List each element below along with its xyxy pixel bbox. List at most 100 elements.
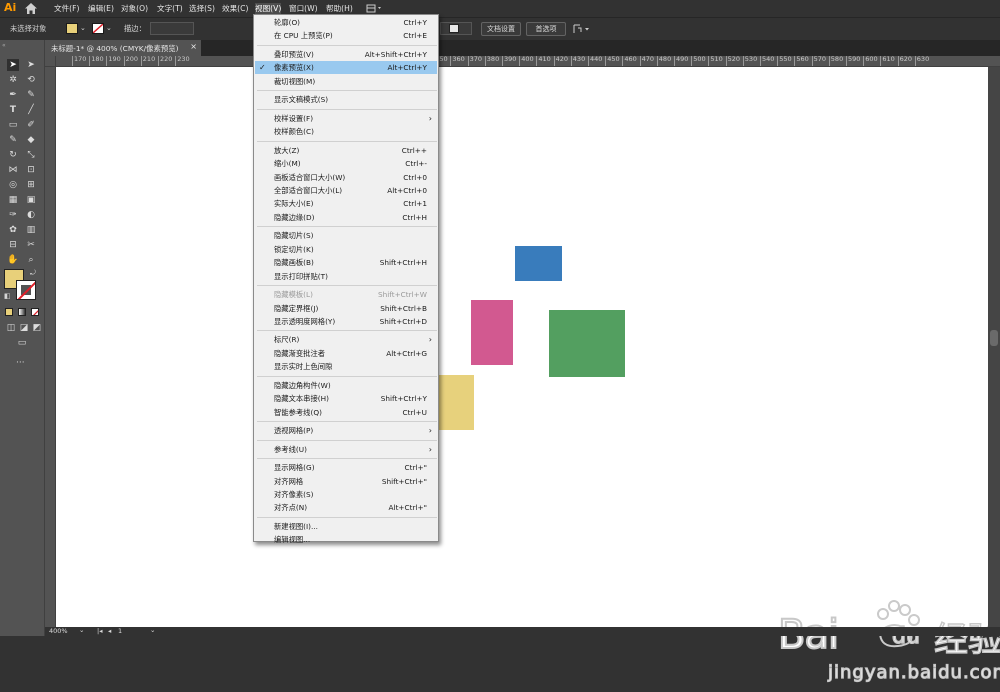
- view-menu-item[interactable]: 新建视图(I)...: [255, 520, 437, 533]
- view-menu-item[interactable]: 校样颜色(C): [255, 125, 437, 138]
- free-transform-tool-icon[interactable]: ⊡: [25, 164, 37, 176]
- scrollbar-thumb[interactable]: [990, 330, 998, 346]
- column-graph-tool-icon[interactable]: ▥: [25, 224, 37, 236]
- view-menu-item[interactable]: 隐藏边缘(D) Ctrl+H: [255, 211, 437, 224]
- direct-selection-tool-icon[interactable]: ➤: [25, 59, 37, 71]
- draw-mode-icon[interactable]: ◫: [5, 322, 17, 334]
- line-tool-icon[interactable]: ╱: [25, 104, 37, 116]
- stroke-swatch-none[interactable]: [92, 23, 104, 34]
- view-menu-item[interactable]: 显示透明度网格(Y) Shift+Ctrl+D: [255, 315, 437, 328]
- view-menu-item[interactable]: 显示打印拼贴(T): [255, 270, 437, 283]
- view-menu-item[interactable]: 全部适合窗口大小(L) Alt+Ctrl+0: [255, 184, 437, 197]
- view-menu-item[interactable]: 实际大小(E) Ctrl+1: [255, 197, 437, 210]
- page-number[interactable]: 1: [118, 627, 122, 635]
- view-menu-item[interactable]: 隐藏边角构件(W): [255, 379, 437, 392]
- arrange-icon[interactable]: [572, 23, 592, 35]
- green-rectangle[interactable]: [549, 310, 625, 377]
- view-menu-item[interactable]: ✓ 像素预览(X) Alt+Ctrl+Y: [255, 61, 437, 75]
- shaper-tool-icon[interactable]: ✎: [7, 134, 19, 146]
- color-swatch-small[interactable]: [449, 24, 459, 33]
- view-menu-item[interactable]: 显示网格(G) Ctrl+": [255, 461, 437, 474]
- view-menu-item[interactable]: 隐藏切片(S): [255, 229, 437, 242]
- eyedropper-tool-icon[interactable]: ✑: [7, 209, 19, 221]
- fill-swatch[interactable]: [66, 23, 78, 34]
- prev-page-icon[interactable]: ◂: [108, 627, 111, 635]
- view-menu-item[interactable]: 对齐像素(S): [255, 488, 437, 501]
- view-menu-item[interactable]: 画板适合窗口大小(W) Ctrl+0: [255, 171, 437, 184]
- scale-tool-icon[interactable]: ⤡: [25, 149, 37, 161]
- vertical-scrollbar[interactable]: [988, 67, 1000, 627]
- view-menu-item[interactable]: 隐藏定界框(J) Shift+Ctrl+B: [255, 302, 437, 315]
- view-menu-item[interactable]: 叠印预览(V) Alt+Shift+Ctrl+Y: [255, 48, 437, 61]
- paintbrush-tool-icon[interactable]: ✐: [25, 119, 37, 131]
- view-menu-item[interactable]: 隐藏文本串接(H) Shift+Ctrl+Y: [255, 392, 437, 405]
- fill-dropdown-icon[interactable]: ⌄: [80, 24, 86, 32]
- mesh-tool-icon[interactable]: ▦: [7, 194, 19, 206]
- view-menu-item[interactable]: 编辑视图...: [255, 533, 437, 546]
- curvature-tool-icon[interactable]: ✎: [25, 89, 37, 101]
- rotate-tool-icon[interactable]: ↻: [7, 149, 19, 161]
- blue-rectangle[interactable]: [515, 246, 562, 281]
- stroke-weight-field[interactable]: [150, 22, 194, 35]
- view-menu-item[interactable]: 裁切视图(M): [255, 75, 437, 88]
- more-tools-icon[interactable]: ···: [16, 358, 25, 368]
- view-menu-item[interactable]: 隐藏画板(B) Shift+Ctrl+H: [255, 256, 437, 269]
- stroke-color-box[interactable]: [16, 280, 36, 300]
- view-menu-item[interactable]: 透视网格(P) ›: [255, 424, 437, 437]
- zoom-tool-icon[interactable]: ⌕: [25, 254, 37, 266]
- default-colors-icon[interactable]: ◧: [4, 292, 11, 300]
- view-menu-item[interactable]: 锁定切片(K): [255, 243, 437, 256]
- shape-builder-tool-icon[interactable]: ◎: [7, 179, 19, 191]
- panel-collapse-icon[interactable]: «: [2, 42, 6, 49]
- view-menu-item[interactable]: 对齐网格 Shift+Ctrl+": [255, 475, 437, 488]
- first-page-icon[interactable]: |◂: [97, 627, 102, 635]
- menu-4[interactable]: 选择(S): [189, 3, 215, 15]
- home-icon[interactable]: [24, 2, 38, 15]
- selection-tool-icon[interactable]: ➤: [7, 59, 19, 71]
- view-menu-item[interactable]: 在 CPU 上预览(P) Ctrl+E: [255, 29, 437, 42]
- menu-5[interactable]: 效果(C): [222, 3, 248, 15]
- perspective-grid-tool-icon[interactable]: ⊞: [25, 179, 37, 191]
- view-menu-item[interactable]: 缩小(M) Ctrl+-: [255, 157, 437, 170]
- rectangle-tool-icon[interactable]: ▭: [7, 119, 19, 131]
- zoom-dropdown-icon[interactable]: ⌄: [79, 626, 84, 634]
- magic-wand-tool-icon[interactable]: ✲: [7, 74, 19, 86]
- document-setup-button[interactable]: 文档设置: [481, 22, 521, 36]
- document-tab[interactable]: 未标题-1* @ 400% (CMYK/像素预览) ×: [45, 40, 201, 56]
- view-menu-item[interactable]: 隐藏渐变批注者 Alt+Ctrl+G: [255, 347, 437, 360]
- artboard-canvas[interactable]: Bai du 经验 jingyan.baidu.com: [56, 67, 1000, 684]
- pen-tool-icon[interactable]: ✒: [7, 89, 19, 101]
- view-menu-item[interactable]: 校样设置(F) ›: [255, 112, 437, 125]
- gradient-tool-icon[interactable]: ▣: [25, 194, 37, 206]
- view-menu-item[interactable]: 显示文稿模式(S): [255, 93, 437, 106]
- artboard-tool-icon[interactable]: ⊟: [7, 239, 19, 251]
- zoom-level[interactable]: 400%: [49, 627, 68, 635]
- draw-inside-icon[interactable]: ◩: [31, 322, 43, 334]
- view-menu-item[interactable]: 标尺(R) ›: [255, 333, 437, 346]
- close-tab-icon[interactable]: ×: [190, 42, 197, 51]
- page-dropdown-icon[interactable]: ⌄: [150, 626, 155, 634]
- hand-tool-icon[interactable]: ✋: [7, 254, 19, 266]
- eraser-tool-icon[interactable]: ◆: [25, 134, 37, 146]
- screen-mode-icon[interactable]: ▭: [15, 337, 29, 349]
- preferences-button[interactable]: 首选项: [526, 22, 566, 36]
- view-menu-item[interactable]: 参考线(U) ›: [255, 443, 437, 456]
- lasso-tool-icon[interactable]: ⟲: [25, 74, 37, 86]
- symbol-sprayer-tool-icon[interactable]: ✿: [7, 224, 19, 236]
- draw-behind-icon[interactable]: ◪: [18, 322, 30, 334]
- view-menu-item[interactable]: 显示实时上色间隙: [255, 360, 437, 373]
- menu-2[interactable]: 对象(O): [121, 3, 148, 15]
- blend-tool-icon[interactable]: ◐: [25, 209, 37, 221]
- gradient-mode-icon[interactable]: [18, 308, 26, 316]
- menu-1[interactable]: 编辑(E): [88, 3, 114, 15]
- view-menu-item[interactable]: 轮廓(O) Ctrl+Y: [255, 16, 437, 29]
- view-menu-item[interactable]: 智能参考线(Q) Ctrl+U: [255, 406, 437, 419]
- view-menu-item[interactable]: 放大(Z) Ctrl++: [255, 144, 437, 157]
- type-tool-icon[interactable]: T: [7, 104, 19, 116]
- slice-tool-icon[interactable]: ✂: [25, 239, 37, 251]
- menu-0[interactable]: 文件(F): [54, 3, 79, 15]
- width-tool-icon[interactable]: ⋈: [7, 164, 19, 176]
- workspace-switcher-icon[interactable]: [366, 3, 384, 14]
- view-menu-item[interactable]: 对齐点(N) Alt+Ctrl+": [255, 501, 437, 514]
- yellow-rectangle[interactable]: [438, 375, 474, 430]
